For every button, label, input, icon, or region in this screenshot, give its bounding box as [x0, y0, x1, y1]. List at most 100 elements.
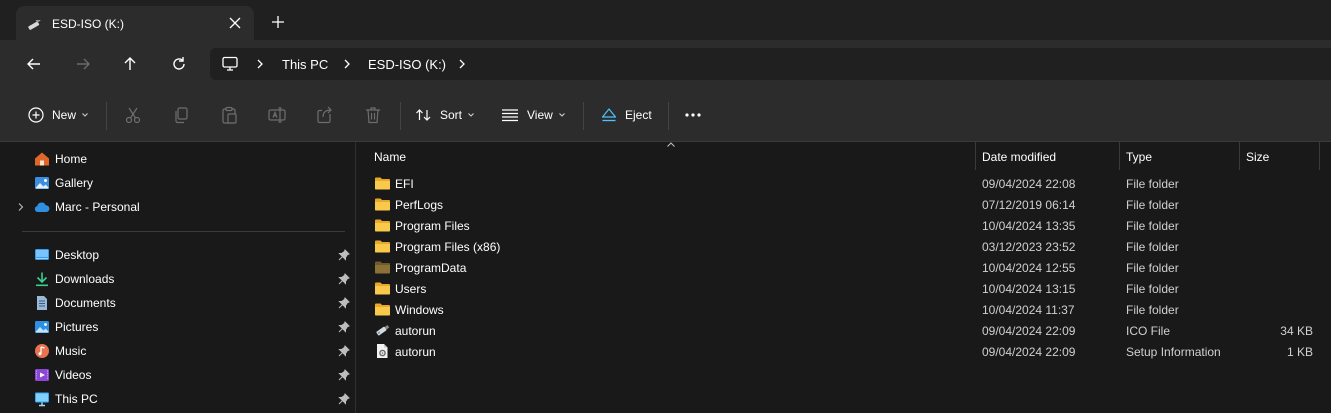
breadcrumb-esd-iso[interactable]: ESD-ISO (K:)	[368, 57, 446, 72]
file-row[interactable]: ProgramData 10/04/2024 12:55 File folder	[357, 257, 1331, 278]
breadcrumb-chevron-icon[interactable]	[254, 58, 266, 70]
file-name: Windows	[395, 303, 444, 317]
file-type: File folder	[1126, 282, 1179, 296]
pin-icon[interactable]	[338, 345, 350, 357]
file-row[interactable]: Windows 10/04/2024 11:37 File folder	[357, 299, 1331, 320]
music-icon	[35, 344, 49, 358]
computer-icon[interactable]	[221, 56, 239, 75]
file-row[interactable]: Program Files (x86) 03/12/2023 23:52 Fil…	[357, 236, 1331, 257]
breadcrumb-this-pc[interactable]: This PC	[282, 57, 328, 72]
column-header-type[interactable]: Type	[1126, 150, 1152, 164]
file-name: Users	[395, 282, 427, 296]
nav-item-music[interactable]: Music	[0, 340, 355, 362]
documents-icon	[37, 296, 47, 310]
file-row[interactable]: autorun 09/04/2024 22:09 ICO File 34 KB	[357, 320, 1331, 341]
nav-item-videos[interactable]: Videos	[0, 364, 355, 386]
column-divider[interactable]	[975, 142, 976, 170]
folder-icon	[375, 240, 390, 253]
column-divider[interactable]	[1319, 142, 1320, 170]
paste-icon[interactable]	[219, 105, 239, 125]
downloads-icon	[36, 272, 48, 287]
view-button[interactable]: View	[501, 105, 566, 125]
nav-item-label: Music	[55, 344, 87, 358]
nav-item-label: Pictures	[55, 320, 99, 334]
new-label: New	[52, 108, 77, 122]
nav-item-label: Home	[55, 152, 88, 166]
new-tab-icon[interactable]	[270, 14, 286, 30]
nav-item-pictures[interactable]: Pictures	[0, 316, 355, 338]
sort-button[interactable]: Sort	[415, 105, 475, 125]
rename-icon[interactable]	[267, 105, 287, 125]
file-row[interactable]: Program Files 10/04/2024 13:35 File fold…	[357, 215, 1331, 236]
nav-item-this-pc[interactable]: This PC	[0, 388, 355, 410]
tab-strip: ESD-ISO (K:)	[0, 0, 1331, 42]
up-arrow-icon[interactable]	[120, 54, 140, 74]
nav-item-label: Desktop	[55, 248, 100, 262]
eject-label: Eject	[625, 108, 652, 122]
this-pc-icon	[35, 392, 49, 407]
tab-esd-iso[interactable]: ESD-ISO (K:)	[16, 6, 254, 42]
new-button[interactable]: New	[28, 105, 89, 125]
pin-icon[interactable]	[338, 369, 350, 381]
setup-file-icon	[377, 344, 388, 358]
breadcrumb-chevron-icon[interactable]	[456, 58, 468, 70]
more-options-icon[interactable]	[683, 105, 703, 125]
nav-item-label: Marc - Personal	[55, 200, 140, 214]
eject-button[interactable]: Eject	[601, 105, 652, 125]
pin-icon[interactable]	[338, 297, 350, 309]
back-arrow-icon[interactable]	[24, 54, 44, 74]
cut-icon[interactable]	[123, 105, 143, 125]
column-header-date[interactable]: Date modified	[982, 150, 1056, 164]
folder-icon	[375, 177, 390, 190]
address-bar[interactable]: This PC ESD-ISO (K:)	[210, 48, 1331, 80]
breadcrumb-chevron-icon[interactable]	[341, 58, 353, 70]
file-date: 10/04/2024 12:55	[982, 261, 1076, 275]
column-header-name[interactable]: Name	[374, 150, 406, 164]
forward-arrow-icon[interactable]	[73, 54, 93, 74]
file-date: 10/04/2024 13:35	[982, 219, 1076, 233]
copy-icon[interactable]	[171, 105, 191, 125]
folder-icon	[375, 282, 390, 295]
delete-icon[interactable]	[363, 105, 383, 125]
column-header-row: Name Date modified Type Size	[357, 142, 1331, 170]
nav-item-gallery[interactable]: Gallery	[0, 172, 355, 194]
column-header-size[interactable]: Size	[1246, 150, 1269, 164]
nav-item-documents[interactable]: Documents	[0, 292, 355, 314]
nav-item-desktop[interactable]: Desktop	[0, 244, 355, 266]
file-size: 34 KB	[1280, 324, 1313, 338]
file-row[interactable]: Users 10/04/2024 13:15 File folder	[357, 278, 1331, 299]
nav-item-home[interactable]: Home	[0, 148, 355, 170]
usb-drive-icon	[376, 325, 390, 336]
pin-icon[interactable]	[338, 273, 350, 285]
file-date: 09/04/2024 22:08	[982, 177, 1076, 191]
view-label: View	[527, 108, 553, 122]
folder-icon	[375, 303, 390, 316]
file-row[interactable]: PerfLogs 07/12/2019 06:14 File folder	[357, 194, 1331, 215]
pin-icon[interactable]	[338, 249, 350, 261]
chevron-right-icon[interactable]	[16, 202, 26, 212]
file-name: PerfLogs	[395, 198, 444, 212]
share-icon[interactable]	[315, 105, 335, 125]
close-tab-icon[interactable]	[226, 14, 244, 32]
column-divider[interactable]	[1119, 142, 1120, 170]
file-type: File folder	[1126, 198, 1179, 212]
pin-icon[interactable]	[338, 321, 350, 333]
nav-item-downloads[interactable]: Downloads	[0, 268, 355, 290]
pin-icon[interactable]	[338, 393, 350, 405]
file-row[interactable]: autorun 09/04/2024 22:09 Setup Informati…	[357, 341, 1331, 362]
file-date: 10/04/2024 11:37	[982, 303, 1075, 317]
eject-icon	[601, 108, 617, 122]
column-divider[interactable]	[1239, 142, 1240, 170]
nav-item-onedrive[interactable]: Marc - Personal	[0, 196, 355, 218]
nav-item-label: Documents	[55, 296, 116, 310]
usb-drive-icon	[27, 18, 43, 33]
file-type: File folder	[1126, 177, 1179, 191]
file-date: 10/04/2024 13:15	[982, 282, 1076, 296]
file-row[interactable]: EFI 09/04/2024 22:08 File folder	[357, 173, 1331, 194]
file-type: File folder	[1126, 219, 1179, 233]
toolbar-divider	[668, 102, 669, 130]
refresh-icon[interactable]	[169, 54, 189, 74]
desktop-icon	[35, 249, 49, 260]
folder-icon	[375, 198, 390, 211]
file-name: autorun	[395, 345, 436, 359]
